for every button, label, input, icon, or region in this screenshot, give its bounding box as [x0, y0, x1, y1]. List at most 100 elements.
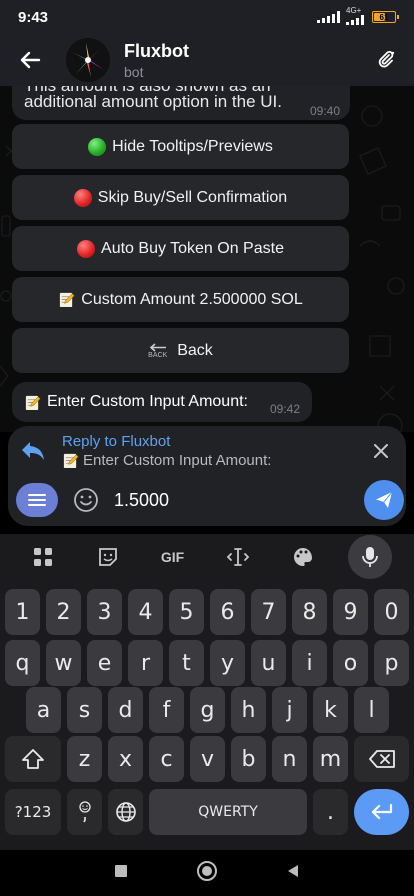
composer-panel: Reply to Fluxbot Enter Custom Input Amou…: [8, 426, 406, 526]
inline-button-hide-tooltips[interactable]: Hide Tooltips/Previews: [12, 124, 349, 169]
reply-title: Reply to Fluxbot: [62, 433, 171, 450]
key-y[interactable]: y: [210, 640, 245, 686]
key-1[interactable]: 1: [5, 589, 40, 635]
key-n[interactable]: n: [272, 736, 307, 782]
language-key[interactable]: [108, 789, 143, 835]
network-type-label: 4G+: [346, 6, 362, 15]
send-icon: [376, 491, 393, 508]
message-text-line2: additional amount option in the UI.: [24, 92, 283, 111]
backspace-icon: [368, 750, 395, 768]
key-4[interactable]: 4: [128, 589, 163, 635]
key-v[interactable]: v: [190, 736, 225, 782]
key-b[interactable]: b: [231, 736, 266, 782]
chat-subtitle: bot: [124, 63, 144, 80]
back-nav-icon[interactable]: [285, 863, 301, 884]
apps-grid-icon[interactable]: [23, 537, 63, 577]
memo-icon: [60, 292, 75, 308]
enter-key[interactable]: [354, 789, 409, 835]
inline-button-skip-confirmation[interactable]: Skip Buy/Sell Confirmation: [12, 175, 349, 220]
key-h[interactable]: h: [231, 687, 266, 733]
period-key[interactable]: .: [313, 789, 348, 835]
key-l[interactable]: l: [354, 687, 389, 733]
green-circle-icon: [88, 137, 107, 156]
key-k[interactable]: k: [313, 687, 348, 733]
send-button[interactable]: [364, 480, 404, 520]
key-2[interactable]: 2: [46, 589, 81, 635]
inline-button-custom-amount[interactable]: Custom Amount 2.500000 SOL: [12, 277, 349, 322]
emoji-comma-icon: [78, 801, 91, 823]
reply-preview[interactable]: Reply to Fluxbot Enter Custom Input Amou…: [8, 430, 406, 472]
back-icon-text: BACK: [148, 351, 168, 359]
message-bubble-previous: This amount is also shown as an addition…: [12, 86, 350, 120]
memo-icon: [25, 395, 41, 410]
inline-button-label: Auto Buy Token On Paste: [101, 239, 284, 257]
inline-button-label: Back: [177, 341, 213, 359]
red-circle-icon: [77, 239, 96, 258]
key-r[interactable]: r: [128, 640, 163, 686]
recents-icon[interactable]: [113, 863, 129, 884]
key-0[interactable]: 0: [374, 589, 409, 635]
battery-level: 61: [379, 12, 389, 22]
inline-button-label: Skip Buy/Sell Confirmation: [97, 188, 288, 206]
avatar[interactable]: [66, 38, 110, 82]
key-a[interactable]: a: [26, 687, 61, 733]
palette-icon[interactable]: [283, 537, 323, 577]
key-6[interactable]: 6: [210, 589, 245, 635]
inline-button-label: Hide Tooltips/Previews: [112, 137, 273, 155]
key-m[interactable]: m: [313, 736, 348, 782]
enter-icon: [371, 803, 392, 820]
battery-icon: 61: [372, 11, 399, 23]
text-cursor-icon[interactable]: [218, 537, 258, 577]
inline-button-auto-buy[interactable]: Auto Buy Token On Paste: [12, 226, 349, 271]
status-time: 9:43: [18, 8, 49, 26]
key-f[interactable]: f: [149, 687, 184, 733]
shift-icon: [22, 749, 44, 769]
microphone-icon[interactable]: [347, 535, 392, 579]
key-t[interactable]: t: [169, 640, 204, 686]
chat-area: This amount is also shown as an addition…: [0, 86, 414, 432]
back-arrow-icon[interactable]: [14, 44, 46, 76]
key-x[interactable]: x: [108, 736, 143, 782]
key-u[interactable]: u: [251, 640, 286, 686]
back-arrow-emoji-icon: BACK: [148, 342, 168, 359]
message-timestamp: 09:40: [309, 104, 340, 118]
message-input[interactable]: [114, 489, 344, 511]
memo-icon: [63, 453, 79, 469]
key-q[interactable]: q: [5, 640, 40, 686]
backspace-key[interactable]: [354, 736, 409, 782]
attach-icon[interactable]: [372, 46, 400, 74]
key-d[interactable]: d: [108, 687, 143, 733]
key-8[interactable]: 8: [292, 589, 327, 635]
globe-icon: [115, 802, 136, 822]
symbols-key[interactable]: ?123: [5, 789, 61, 835]
shift-key[interactable]: [5, 736, 61, 782]
emoji-key[interactable]: [67, 789, 102, 835]
key-e[interactable]: e: [87, 640, 122, 686]
key-c[interactable]: c: [149, 736, 184, 782]
key-s[interactable]: s: [67, 687, 102, 733]
key-p[interactable]: p: [374, 640, 409, 686]
key-w[interactable]: w: [46, 640, 81, 686]
key-j[interactable]: j: [272, 687, 307, 733]
gif-button[interactable]: GIF: [153, 537, 193, 577]
inline-button-back[interactable]: BACK Back: [12, 328, 349, 373]
space-key[interactable]: QWERTY: [149, 789, 307, 835]
key-3[interactable]: 3: [87, 589, 122, 635]
message-timestamp: 09:42: [269, 402, 300, 416]
key-z[interactable]: z: [67, 736, 102, 782]
key-o[interactable]: o: [333, 640, 368, 686]
key-9[interactable]: 9: [333, 589, 368, 635]
key-i[interactable]: i: [292, 640, 327, 686]
key-7[interactable]: 7: [251, 589, 286, 635]
message-bubble-latest: Enter Custom Input Amount: 09:42: [12, 382, 312, 422]
emoji-icon[interactable]: [72, 486, 100, 514]
close-icon[interactable]: [368, 438, 394, 464]
key-g[interactable]: g: [190, 687, 225, 733]
home-icon[interactable]: [196, 860, 218, 887]
message-text: Enter Custom Input Amount:: [47, 393, 248, 410]
bot-menu-button[interactable]: [16, 483, 58, 517]
signal-icon: [317, 11, 340, 23]
reply-text: Enter Custom Input Amount:: [83, 452, 272, 469]
sticker-icon[interactable]: [88, 537, 128, 577]
key-5[interactable]: 5: [169, 589, 204, 635]
